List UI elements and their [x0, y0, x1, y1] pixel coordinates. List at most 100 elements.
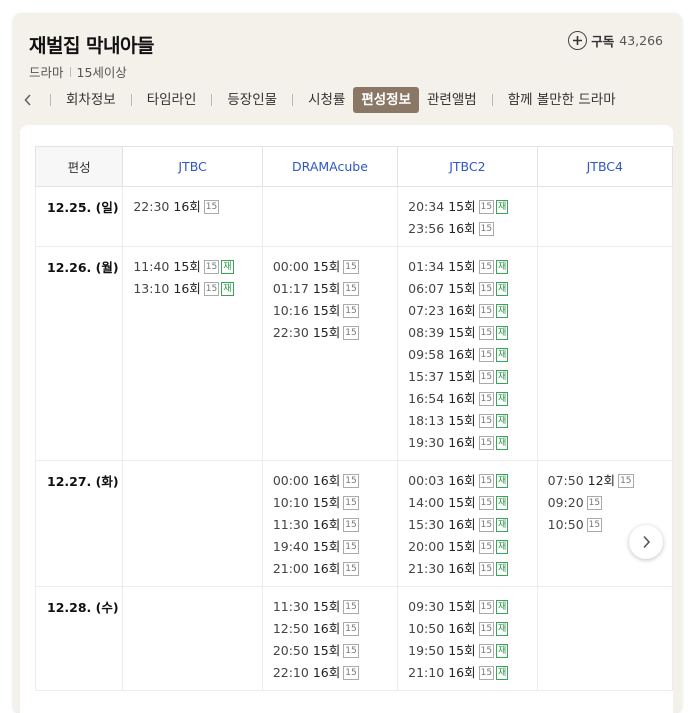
airing-entry[interactable]: 18:13 15회 15 재 [408, 410, 536, 432]
tab-similar-dramas[interactable]: 함께 볼만한 드라마 [500, 87, 624, 113]
airing-entry[interactable]: 20:00 15회 15 재 [408, 536, 536, 558]
air-time: 07:50 [547, 473, 584, 488]
age-rating-badge: 15 [478, 282, 495, 296]
schedule-row: 12.27. (화) 00:00 16회 15 10:10 15회 15 11:30 16회 15… [34, 460, 673, 587]
tab-timeline[interactable]: 타임라인 [139, 87, 205, 113]
airing-entry[interactable]: 00:00 16회 15 [273, 470, 397, 492]
episode-number: 16회 [312, 621, 341, 636]
tab-ratings[interactable]: 시청률 [300, 87, 353, 113]
date-column-header: 편성 [34, 146, 124, 187]
age-rating-badge: 15 [478, 436, 495, 450]
airing-entry[interactable]: 00:00 15회 15 [273, 256, 397, 278]
schedule-cell: 00:00 16회 15 10:10 15회 15 11:30 16회 15 19:40 15회 15… [261, 460, 399, 587]
channel-header-jtbc[interactable]: JTBC [122, 146, 263, 187]
episode-number: 16회 [448, 517, 476, 532]
channel-header-dramacube[interactable]: DRAMAcube [261, 146, 399, 187]
episode-number: 15회 [448, 413, 476, 428]
rerun-badge: 재 [496, 326, 509, 340]
episode-number: 16회 [312, 517, 341, 532]
schedule-cell [122, 460, 263, 587]
episode-number: 16회 [312, 561, 341, 576]
airing-entry[interactable]: 11:30 16회 15 [273, 514, 397, 536]
airing-entry[interactable]: 09:58 16회 15 재 [408, 344, 536, 366]
rerun-badge: 재 [496, 622, 509, 636]
tab-episode-info[interactable]: 회차정보 [58, 87, 124, 113]
airing-entry[interactable]: 20:50 15회 15 [273, 640, 397, 662]
airing-entry[interactable]: 01:17 15회 15 [273, 278, 397, 300]
airing-entry[interactable]: 07:50 12회 15 [548, 470, 672, 492]
schedule-date: 12.26. (월) [34, 246, 124, 461]
airing-entry[interactable]: 21:30 16회 15 재 [408, 558, 536, 580]
age-rating-badge: 15 [478, 222, 495, 236]
airing-entry[interactable]: 19:40 15회 15 [273, 536, 397, 558]
tab-divider [211, 94, 213, 106]
tab-cast[interactable]: 등장인물 [219, 87, 285, 113]
airing-entry[interactable]: 08:39 15회 15 재 [408, 322, 536, 344]
episode-number: 15회 [312, 599, 341, 614]
subscribe-button[interactable]: 구독 43,266 [568, 31, 663, 50]
airing-entry[interactable]: 10:50 16회 15 재 [408, 618, 536, 640]
age-rating-badge: 15 [343, 562, 359, 576]
airing-entry[interactable]: 06:07 15회 15 재 [408, 278, 536, 300]
airing-entry[interactable]: 12:50 16회 15 [273, 618, 397, 640]
schedule-cell: 07:50 12회 15 09:20 15 10:50 15 [536, 460, 673, 587]
episode-number: 15회 [448, 495, 476, 510]
tabs-prev-button[interactable] [13, 94, 43, 106]
airing-entry[interactable]: 10:16 15회 15 [273, 300, 397, 322]
air-time: 00:00 [272, 473, 309, 488]
airing-entry[interactable]: 11:30 15회 15 [273, 596, 397, 618]
episode-number: 16회 [312, 665, 341, 680]
schedule-cell: 00:03 16회 15 재 14:00 15회 15 재 15:30 16회 15 재 20:00 15… [397, 460, 538, 587]
schedule-cell [536, 246, 673, 461]
airing-entry[interactable]: 23:56 16회 15 [408, 218, 536, 240]
airing-entry[interactable]: 22:30 16회 15 [133, 196, 261, 218]
tab-albums[interactable]: 관련앨범 [419, 87, 485, 113]
tab-schedule[interactable]: 편성정보 [353, 87, 420, 113]
channel-header-jtbc4[interactable]: JTBC4 [536, 146, 673, 187]
airing-entry[interactable]: 09:30 15회 15 재 [408, 596, 536, 618]
episode-number: 16회 [448, 621, 476, 636]
airing-entry[interactable]: 09:20 15 [548, 492, 672, 514]
episode-number: 15회 [312, 259, 341, 274]
airing-entry[interactable]: 11:40 15회 15 재 [133, 256, 261, 278]
airing-entry[interactable]: 00:03 16회 15 재 [408, 470, 536, 492]
air-time: 09:20 [547, 495, 584, 510]
age-rating-badge: 15 [478, 326, 495, 340]
airing-entry[interactable]: 16:54 16회 15 재 [408, 388, 536, 410]
air-time: 19:50 [408, 643, 445, 658]
schedule-panel: 편성 JTBC DRAMAcube JTBC2 JTBC4 12.25. (일)… [20, 125, 673, 713]
air-time: 10:10 [272, 495, 309, 510]
airing-entry[interactable]: 15:37 15회 15 재 [408, 366, 536, 388]
channel-header-jtbc2[interactable]: JTBC2 [397, 146, 538, 187]
table-next-button[interactable] [629, 525, 663, 559]
airing-entry[interactable]: 19:30 16회 15 재 [408, 432, 536, 454]
schedule-header-row: 편성 JTBC DRAMAcube JTBC2 JTBC4 [34, 146, 673, 187]
air-time: 21:30 [408, 561, 445, 576]
page-title: 재벌집 막내아들 [29, 35, 154, 57]
episode-number: 15회 [448, 325, 476, 340]
age-rating-badge: 15 [478, 496, 495, 510]
airing-entry[interactable]: 22:30 15회 15 [273, 322, 397, 344]
air-time: 15:37 [408, 369, 445, 384]
airing-entry[interactable]: 07:23 16회 15 재 [408, 300, 536, 322]
airing-entry[interactable]: 15:30 16회 15 재 [408, 514, 536, 536]
age-rating-badge: 15 [478, 622, 495, 636]
airing-entry[interactable]: 19:50 15회 15 재 [408, 640, 536, 662]
schedule-cell [536, 186, 673, 247]
tab-divider [50, 94, 51, 106]
airing-entry[interactable]: 20:34 15회 15 재 [408, 196, 536, 218]
airing-entry[interactable]: 22:10 16회 15 [273, 662, 397, 684]
rerun-badge: 재 [496, 540, 509, 554]
airing-entry[interactable]: 13:10 16회 15 재 [133, 278, 261, 300]
airing-entry[interactable]: 21:00 16회 15 [273, 558, 397, 580]
age-rating-badge: 15 [478, 260, 495, 274]
episode-number: 15회 [448, 369, 476, 384]
chevron-right-icon [642, 535, 650, 549]
airing-entry[interactable]: 21:10 16회 15 재 [408, 662, 536, 684]
airing-entry[interactable]: 01:34 15회 15 재 [408, 256, 536, 278]
airing-entry[interactable]: 10:10 15회 15 [273, 492, 397, 514]
age-rating-badge: 15 [478, 644, 495, 658]
age-rating-badge: 15 [343, 600, 359, 614]
airing-entry[interactable]: 14:00 15회 15 재 [408, 492, 536, 514]
air-time: 18:13 [408, 413, 445, 428]
